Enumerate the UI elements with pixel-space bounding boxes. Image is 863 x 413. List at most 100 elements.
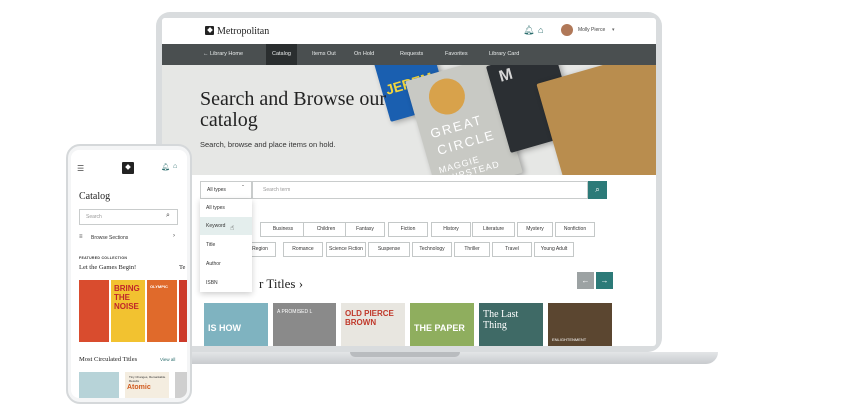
hamburger-menu-icon[interactable]: ☰ bbox=[77, 164, 84, 173]
search-placeholder: Search term bbox=[263, 187, 291, 193]
laptop-screen: Metropolitan 🔔︎ ⌂ Molly Pierce ▾ ← Libra… bbox=[162, 18, 656, 346]
nav-back-library-home[interactable]: ← Library Home bbox=[203, 44, 243, 65]
popular-titles-heading[interactable]: r Titles › bbox=[259, 276, 303, 292]
phone-screen: ☰ 🔔︎ ⌂ Catalog Search ⌕ ≡ Browse Section… bbox=[71, 150, 187, 398]
search-input[interactable]: Search ⌕ bbox=[79, 209, 178, 225]
book-cover-text: OLD PIERCE BROWN bbox=[345, 309, 394, 327]
book-cover-text: THE PAPER bbox=[414, 323, 465, 333]
book-cover[interactable] bbox=[175, 372, 187, 398]
browse-sections-link[interactable]: Browse Sections bbox=[91, 235, 128, 241]
genre-chip[interactable]: Thriller bbox=[454, 242, 490, 257]
hero-book-cover bbox=[536, 65, 656, 175]
genre-chip[interactable]: Nonfiction bbox=[555, 222, 595, 237]
book-cover-text: IS HOW bbox=[208, 323, 241, 333]
book-cover[interactable]: OLD PIERCE BROWN bbox=[341, 303, 405, 346]
book-cover-text: OLYMPIC bbox=[150, 284, 168, 289]
laptop-notch bbox=[350, 352, 460, 357]
book-cover-text: Atomic bbox=[127, 384, 151, 391]
hero-banner: JEREM GREAT CIRCLE MAGGIE SHIPSTEAD M Se… bbox=[162, 65, 656, 175]
book-cover[interactable]: ENLIGHTENMENT bbox=[548, 303, 612, 346]
bell-icon[interactable]: 🔔︎ bbox=[161, 163, 170, 171]
page-title: Catalog bbox=[79, 191, 111, 202]
carousel-next-button[interactable]: → bbox=[596, 272, 613, 289]
tab-requests[interactable]: Requests bbox=[400, 44, 423, 65]
genre-chip[interactable]: Mystery bbox=[517, 222, 553, 237]
genre-chip[interactable]: History bbox=[431, 222, 471, 237]
search-button[interactable]: ⌕ bbox=[588, 181, 607, 199]
book-cover[interactable]: A PROMISED L bbox=[273, 303, 336, 346]
tab-catalog[interactable]: Catalog bbox=[266, 44, 297, 65]
tab-items-out[interactable]: Items Out bbox=[312, 44, 336, 65]
main-nav: ← Library Home Catalog Items Out On Hold… bbox=[162, 44, 656, 65]
search-placeholder: Search bbox=[86, 214, 102, 220]
book-cover-text: ENLIGHTENMENT bbox=[552, 337, 587, 342]
hero-title: Search and Browse our catalog bbox=[200, 88, 387, 131]
chevron-right-icon[interactable]: › bbox=[173, 233, 175, 239]
collection-title-next[interactable]: Te bbox=[179, 264, 185, 271]
dropdown-option[interactable]: Author bbox=[200, 255, 252, 273]
genre-chip[interactable]: Fantasy bbox=[345, 222, 385, 237]
genre-chip[interactable]: Science Fiction bbox=[326, 242, 366, 257]
search-type-select[interactable]: All types ˆ bbox=[200, 181, 252, 199]
bell-icon[interactable]: 🔔︎ bbox=[523, 25, 534, 36]
dropdown-option[interactable]: Title bbox=[200, 236, 252, 254]
dropdown-option[interactable]: ISBN bbox=[200, 274, 252, 292]
tab-favorites[interactable]: Favorites bbox=[445, 44, 468, 65]
genre-chip[interactable]: Young Adult bbox=[534, 242, 574, 257]
chevron-down-icon[interactable]: ▾ bbox=[612, 27, 615, 33]
tab-on-hold[interactable]: On Hold bbox=[354, 44, 374, 65]
book-cover-text: BRING THE NOISE bbox=[114, 284, 140, 311]
genre-chip[interactable]: Technology bbox=[412, 242, 452, 257]
arrow-left-icon: ← bbox=[581, 276, 590, 285]
book-cover-text: A PROMISED L bbox=[277, 309, 313, 315]
logo-icon[interactable] bbox=[205, 26, 214, 35]
brand-name[interactable]: Metropolitan bbox=[217, 26, 269, 37]
dropdown-option-hovered[interactable]: Keyword ☝︎ bbox=[200, 217, 252, 235]
hero-book-text: M bbox=[497, 65, 515, 86]
genre-chip[interactable]: Romance bbox=[283, 242, 323, 257]
book-cover[interactable]: OLYMPIC bbox=[147, 280, 177, 342]
genre-chip[interactable]: Suspense bbox=[368, 242, 410, 257]
carousel-prev-button[interactable]: ← bbox=[577, 272, 594, 289]
hero-subtitle: Search, browse and place items on hold. bbox=[200, 140, 336, 149]
search-icon[interactable]: ⌕ bbox=[166, 212, 170, 220]
book-cover-subtitle: Tiny Changes, Remarkable Results bbox=[129, 375, 166, 383]
search-input[interactable]: Search term bbox=[252, 181, 588, 199]
book-cover[interactable]: THE PAPER bbox=[410, 303, 474, 346]
book-cover[interactable]: BRING THE NOISE bbox=[111, 280, 145, 342]
dropdown-option[interactable]: All types bbox=[200, 199, 252, 217]
sun-illustration bbox=[424, 74, 470, 119]
featured-label: FEATURED COLLECTION bbox=[79, 256, 128, 260]
search-type-value: All types bbox=[207, 187, 226, 193]
site-header: Metropolitan 🔔︎ ⌂ Molly Pierce ▾ bbox=[162, 18, 656, 44]
user-name[interactable]: Molly Pierce bbox=[578, 27, 605, 33]
avatar[interactable] bbox=[561, 24, 573, 36]
collection-title[interactable]: Let the Games Begin! bbox=[79, 264, 136, 271]
nav-back-label: Library Home bbox=[210, 51, 244, 57]
book-cover[interactable]: IS HOW bbox=[204, 303, 268, 346]
book-cover-text: The Last Thing bbox=[483, 309, 519, 331]
bag-icon[interactable]: ⌂ bbox=[173, 163, 177, 170]
marketing-stage: Metropolitan 🔔︎ ⌂ Molly Pierce ▾ ← Libra… bbox=[0, 0, 863, 413]
search-type-dropdown: All types Keyword ☝︎ Title Author ISBN bbox=[200, 199, 252, 292]
book-cover[interactable] bbox=[79, 280, 109, 342]
genre-chip[interactable]: Fiction bbox=[388, 222, 428, 237]
chevron-up-icon: ˆ bbox=[242, 186, 244, 192]
tab-library-card[interactable]: Library Card bbox=[489, 44, 519, 65]
book-cover[interactable] bbox=[179, 280, 187, 342]
logo-icon[interactable] bbox=[122, 162, 134, 174]
most-circulated-heading: Most Circulated Titles bbox=[79, 356, 138, 363]
book-cover[interactable] bbox=[79, 372, 119, 398]
genre-chip[interactable]: Travel bbox=[492, 242, 532, 257]
chevron-right-icon: › bbox=[298, 276, 304, 291]
book-cover[interactable]: The Last Thing bbox=[479, 303, 543, 346]
view-all-link[interactable]: View all bbox=[160, 357, 175, 362]
genre-chip[interactable]: Business bbox=[260, 222, 306, 237]
genre-chip[interactable]: Children bbox=[303, 222, 349, 237]
dropdown-option-label: Keyword bbox=[206, 223, 226, 229]
book-cover[interactable]: Tiny Changes, Remarkable Results Atomic bbox=[125, 372, 169, 398]
bag-icon[interactable]: ⌂ bbox=[538, 25, 543, 35]
search-icon: ⌕ bbox=[595, 185, 600, 194]
genre-chip[interactable]: Literature bbox=[472, 222, 515, 237]
popular-titles-text: r Titles bbox=[259, 276, 296, 291]
